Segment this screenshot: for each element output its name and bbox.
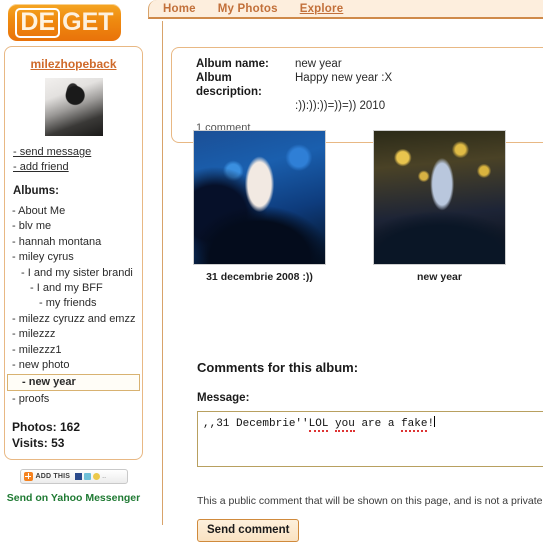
photo-caption-1: 31 decembrie 2008 :)) [206, 271, 313, 283]
album-list-item[interactable]: - new photo [12, 358, 135, 373]
album-list-item[interactable]: - my friends [12, 296, 135, 311]
share-icon-2[interactable] [84, 472, 92, 480]
public-comment-notice: This a public comment that will be shown… [197, 495, 543, 507]
photo-thumbnail-2[interactable] [373, 130, 506, 265]
message-text-suffix: ! [427, 418, 435, 430]
photo-cell: new year [373, 130, 506, 283]
album-list-item[interactable]: - milezzz1 [12, 343, 135, 358]
album-description-label: Album description: [196, 72, 262, 98]
add-friend-label: - add friend [13, 161, 69, 173]
message-text-mid: are a [354, 418, 402, 430]
message-text-fake: fake [401, 418, 428, 432]
album-info-panel: Album name: new year Album description: … [171, 47, 543, 143]
message-field-label: Message: [197, 392, 250, 404]
profile-stats: Photos: 162 Visits: 53 [12, 419, 135, 451]
photo-image-concert-blue [194, 131, 325, 264]
share-icon-3[interactable] [93, 472, 101, 480]
addthis-share-widget[interactable]: ADD THIS .. [19, 468, 128, 484]
logo-badge: DE GET [8, 4, 121, 41]
addthis-plus-icon [23, 471, 33, 481]
add-friend-link[interactable]: - add friend [12, 160, 135, 175]
album-list-item[interactable]: - milezzz [12, 327, 135, 342]
send-comment-button[interactable]: Send comment [197, 519, 300, 542]
profile-username-link[interactable]: milezhopeback [12, 57, 135, 71]
text-caret [434, 416, 436, 427]
album-list: - About Me - blv me - hannah montana - mile… [7, 204, 140, 408]
album-list-item[interactable]: - proofs [12, 392, 135, 407]
visits-count: Visits: 53 [12, 435, 65, 450]
comments-section-title: Comments for this album: [197, 360, 359, 375]
share-icon-1[interactable] [75, 472, 83, 480]
album-list-item[interactable]: - milezz cyruzz and emzz [12, 312, 135, 327]
send-message-link[interactable]: - send message [12, 145, 135, 160]
send-message-label: - send message [13, 146, 92, 158]
album-name-value: new year [295, 58, 342, 70]
album-description-value-line2: :)):)):))=))=)) 2010 [295, 100, 386, 112]
nav-item-explore[interactable]: Explore [300, 3, 344, 15]
photo-thumbnail-1[interactable] [193, 130, 326, 265]
albums-heading: Albums: [13, 185, 59, 197]
photo-image-concert-confetti [374, 131, 505, 264]
album-name-row: Album name: new year [196, 57, 543, 71]
sidebar: milezhopeback - send message - add frien… [4, 46, 143, 504]
logo-de-text: DE [15, 7, 61, 38]
album-description-row: Album description: Happy new year :X [196, 71, 543, 99]
album-list-item[interactable]: - hannah montana [12, 235, 135, 250]
photo-cell: 31 decembrie 2008 :)) [193, 130, 326, 283]
site-logo[interactable]: DE GET [8, 4, 121, 41]
avatar[interactable] [43, 77, 104, 137]
top-navigation-bar: Home My Photos Explore [148, 0, 543, 19]
album-list-item[interactable]: - I and my sister brandi [12, 266, 135, 281]
message-text-lol: LOL [308, 418, 329, 432]
message-textarea-value: ,,31 Decembrie''LOL you are a fake! [203, 416, 543, 432]
album-list-item[interactable]: - I and my BFF [12, 281, 135, 296]
addthis-label: ADD THIS [35, 472, 71, 480]
photos-count: Photos: 162 [12, 419, 81, 434]
profile-panel: milezhopeback - send message - add frien… [4, 46, 143, 460]
album-name-label: Album name: [196, 58, 269, 70]
album-list-item[interactable]: - About Me [12, 204, 135, 219]
nav-item-my-photos[interactable]: My Photos [218, 3, 278, 15]
message-textarea[interactable]: ,,31 Decembrie''LOL you are a fake! [197, 411, 543, 467]
main-content: Album name: new year Album description: … [162, 21, 543, 542]
addthis-more-dots[interactable]: .. [102, 473, 106, 480]
album-list-item[interactable]: - miley cyrus [12, 250, 135, 265]
nav-item-home[interactable]: Home [163, 3, 196, 15]
send-on-yahoo-messenger-link[interactable]: Send on Yahoo Messenger [4, 492, 143, 504]
album-list-item[interactable]: - blv me [12, 219, 135, 234]
photo-strip: 31 decembrie 2008 :)) new year [193, 130, 543, 283]
logo-get-text: GET [62, 8, 114, 36]
album-description-value-line1: Happy new year :X [295, 72, 393, 84]
album-list-item-selected[interactable]: - new year [7, 374, 140, 392]
message-text-prefix: ,,31 Decembrie'' [203, 418, 309, 430]
message-text-you: you [335, 418, 355, 432]
photo-caption-2: new year [417, 271, 462, 283]
logo-text: DE GET [15, 7, 114, 38]
